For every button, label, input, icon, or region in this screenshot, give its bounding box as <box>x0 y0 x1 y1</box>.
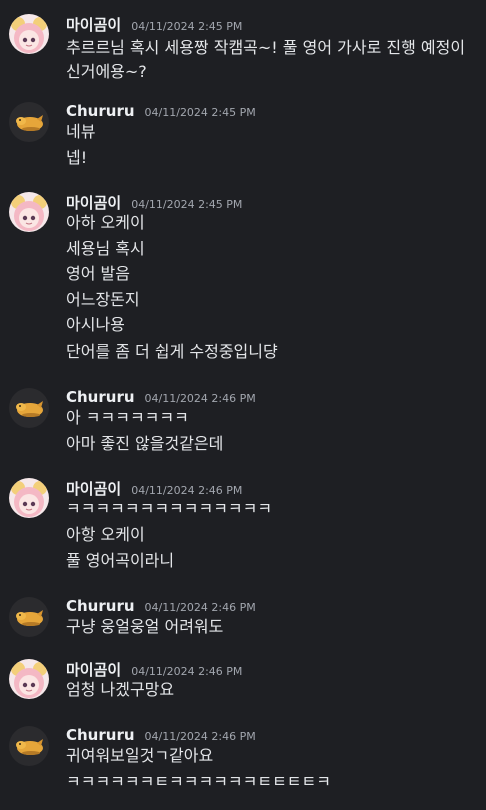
username[interactable]: Chururu <box>66 388 135 406</box>
message-text: 넵! <box>66 148 88 167</box>
message-text: 아마 좋진 않을것같은데 <box>66 434 224 453</box>
message-header: 마이곰이 04/11/2024 2:45 PM <box>66 192 242 214</box>
timestamp: 04/11/2024 2:46 PM <box>144 730 256 743</box>
message-text: 아항 오케이 <box>66 525 145 544</box>
message-text: ㅋㅋㅋㅋㅋㅋㅌㅋㅋㅋㅋㅋㅋㅌㅌㅌㅌㅋ <box>66 772 331 791</box>
message-text: 어느장돈지 <box>66 290 140 309</box>
username[interactable]: 마이곰이 <box>66 192 121 213</box>
message-text: 아 ㅋㅋㅋㅋㅋㅋㅋ <box>66 408 189 427</box>
timestamp: 04/11/2024 2:46 PM <box>131 484 243 497</box>
message-header: 마이곰이 04/11/2024 2:45 PM <box>66 14 242 36</box>
message-text: 엄청 나겠구망요 <box>66 680 175 699</box>
anime-girl-avatar-icon[interactable] <box>9 478 49 518</box>
anime-girl-avatar-icon[interactable] <box>9 192 49 232</box>
username[interactable]: Chururu <box>66 597 135 615</box>
message-text: 풀 영어곡이라니 <box>66 551 175 570</box>
anime-girl-avatar-icon[interactable] <box>9 14 49 54</box>
message-text: 네뷰 <box>66 122 96 141</box>
chat-log: 마이곰이 04/11/2024 2:45 PM 추르르님 혹시 세용짱 작캠곡~… <box>0 0 486 810</box>
yellow-creature-avatar-icon[interactable] <box>9 388 49 428</box>
anime-girl-avatar-icon[interactable] <box>9 659 49 699</box>
timestamp: 04/11/2024 2:45 PM <box>131 198 243 211</box>
username[interactable]: Chururu <box>66 726 135 744</box>
username[interactable]: 마이곰이 <box>66 659 121 680</box>
timestamp: 04/11/2024 2:46 PM <box>131 665 243 678</box>
username[interactable]: 마이곰이 <box>66 478 121 499</box>
message-text: 추르르님 혹시 세용짱 작캠곡~! 풀 영어 가사로 진행 예정이신거에용~? <box>66 38 466 81</box>
message-text: 구냥 웅얼웅얼 어려워도 <box>66 617 224 636</box>
username[interactable]: 마이곰이 <box>66 14 121 35</box>
message-text: 아시나용 <box>66 315 125 334</box>
message-text: 귀여워보일것ㄱ같아요 <box>66 746 214 765</box>
message-header: 마이곰이 04/11/2024 2:46 PM <box>66 478 242 500</box>
message-text: 영어 발음 <box>66 264 130 283</box>
yellow-creature-avatar-icon[interactable] <box>9 597 49 637</box>
timestamp: 04/11/2024 2:46 PM <box>144 601 256 614</box>
yellow-creature-avatar-icon[interactable] <box>9 102 49 142</box>
message-text: 세용님 혹시 <box>66 239 145 258</box>
timestamp: 04/11/2024 2:45 PM <box>144 106 256 119</box>
timestamp: 04/11/2024 2:46 PM <box>144 392 256 405</box>
message-text: 단어를 좀 더 쉽게 수정중입니댱 <box>66 342 278 361</box>
yellow-creature-avatar-icon[interactable] <box>9 726 49 766</box>
message-header: 마이곰이 04/11/2024 2:46 PM <box>66 659 242 681</box>
timestamp: 04/11/2024 2:45 PM <box>131 20 243 33</box>
message-text: 아하 오케이 <box>66 213 145 232</box>
message-text: ㅋㅋㅋㅋㅋㅋㅋㅋㅋㅋㅋㅋㅋㅋ <box>66 499 273 518</box>
username[interactable]: Chururu <box>66 102 135 120</box>
